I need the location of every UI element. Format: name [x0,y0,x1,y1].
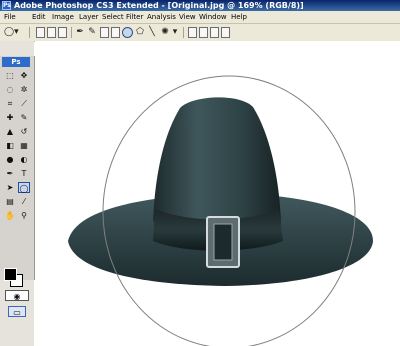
options-separator [29,27,30,38]
title-bar: Ps Adobe Photoshop CS3 Extended - [Origi… [0,0,400,11]
freeform-pen-icon[interactable]: ✎ [87,27,97,38]
geometry-options-icon[interactable]: ▾ [171,27,179,38]
options-separator [183,27,184,38]
move-tool-icon[interactable]: ✥ [18,70,30,81]
marquee-tool-icon[interactable]: ⬚ [4,70,16,81]
custom-shape-icon[interactable]: ✺ [159,27,171,38]
hat-image [68,75,373,346]
pen-tool-icon[interactable]: ✒ [4,168,16,179]
polygon-icon[interactable]: ⬠ [135,27,145,38]
rectangle-shape-button[interactable] [100,27,109,38]
gradient-tool-icon[interactable]: ▦ [18,140,30,151]
quick-mask-icon[interactable]: ◉ [5,290,29,301]
menu-analysis[interactable]: Analysis [147,11,176,23]
screen-mode-icon[interactable]: ▭ [8,306,26,317]
menu-select[interactable]: Select [102,11,124,23]
clone-stamp-tool-icon[interactable]: ▲ [4,126,16,137]
healing-brush-tool-icon[interactable]: ✚ [4,112,16,123]
options-separator [71,27,72,38]
fill-pixels-button[interactable] [58,27,67,38]
paths-button[interactable] [47,27,56,38]
window-title: Adobe Photoshop CS3 Extended - [Original… [14,1,304,10]
type-tool-icon[interactable]: T [18,168,30,179]
line-icon[interactable]: ╲ [147,27,157,38]
options-bar: ◯▾ ✒ ✎ ⬠ ╲ ✺ ▾ [0,24,400,42]
tool-preset-icon[interactable]: ◯▾ [4,27,19,38]
ellipse-tool-icon[interactable]: ◯ [18,182,30,193]
hand-tool-icon[interactable]: ✋ [4,210,16,221]
rounded-rectangle-shape-button[interactable] [111,27,120,38]
dodge-tool-icon[interactable]: ◐ [18,154,30,165]
lasso-tool-icon[interactable]: ◌ [4,84,16,95]
intersect-selection-button[interactable] [221,27,230,38]
menu-window[interactable]: Window [199,11,227,23]
ellipse-shape-button[interactable] [122,27,133,38]
new-selection-button[interactable] [188,27,197,38]
menu-bar: File Edit Image Layer Select Filter Anal… [0,11,400,24]
foreground-color-swatch[interactable] [4,268,17,281]
menu-help[interactable]: Help [231,11,247,23]
magic-wand-tool-icon[interactable]: ✲ [18,84,30,95]
pen-icon[interactable]: ✒ [75,27,85,38]
crop-tool-icon[interactable]: ⌗ [4,98,16,109]
menu-view[interactable]: View [179,11,196,23]
app-icon: Ps [2,1,11,10]
path-selection-tool-icon[interactable]: ➤ [4,182,16,193]
notes-tool-icon[interactable]: ▤ [4,196,16,207]
eyedropper2-tool-icon[interactable]: ⁄ [18,196,30,207]
eraser-tool-icon[interactable]: ◧ [4,140,16,151]
toolbox-badge: Ps [2,57,30,67]
menu-file[interactable]: File [4,11,16,23]
zoom-tool-icon[interactable]: ⚲ [18,210,30,221]
menu-layer[interactable]: Layer [79,11,99,23]
eyedropper-tool-icon[interactable]: ⟋ [18,98,30,109]
brush-tool-icon[interactable]: ✎ [18,112,30,123]
menu-filter[interactable]: Filter [126,11,143,23]
document-canvas[interactable] [35,41,400,346]
add-to-selection-button[interactable] [199,27,208,38]
menu-edit[interactable]: Edit [32,11,46,23]
blur-tool-icon[interactable]: ● [4,154,16,165]
toolbox: Ps ⬚ ✥ ◌ ✲ ⌗ ⟋ ✚ ✎ ▲ ↺ ◧ ▦ ● ◐ ✒ T ➤ ◯ ▤ ⁄ ✋ ⚲ ◉ ▭ [0,56,35,317]
history-brush-tool-icon[interactable]: ↺ [18,126,30,137]
shape-layers-button[interactable] [36,27,45,38]
subtract-from-selection-button[interactable] [210,27,219,38]
menu-image[interactable]: Image [52,11,74,23]
